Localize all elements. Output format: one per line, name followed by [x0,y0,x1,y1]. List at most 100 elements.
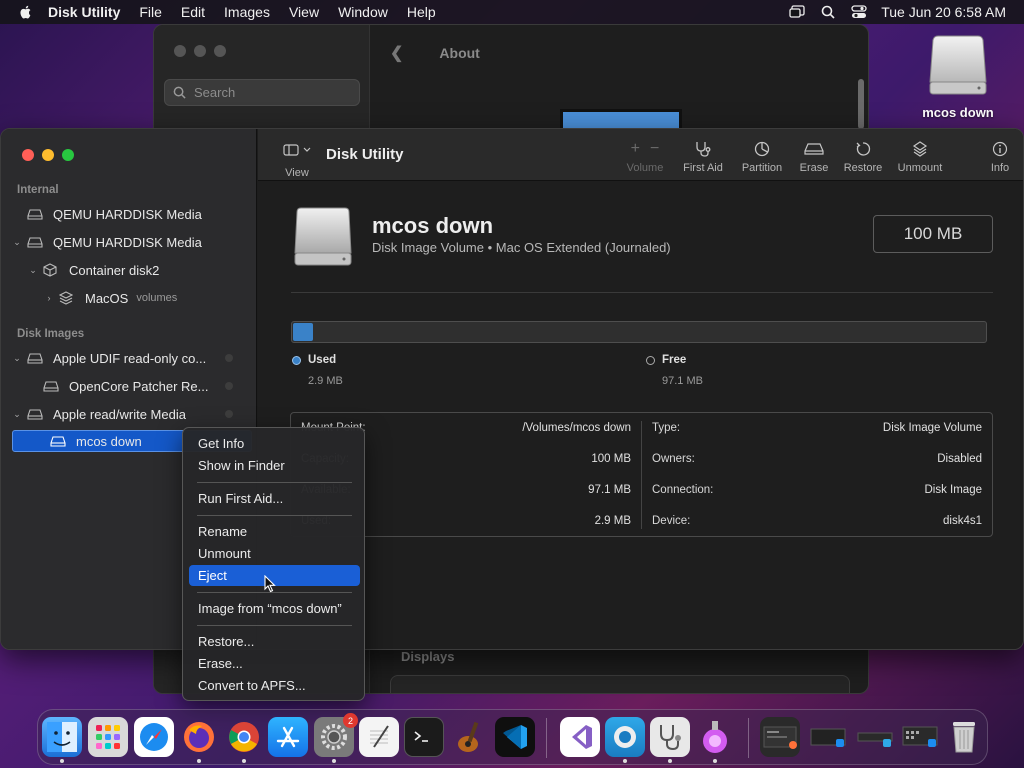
menu-item-run-first-aid[interactable]: Run First Aid... [189,488,360,509]
firefox-icon[interactable] [179,717,219,757]
view-button[interactable]: View [280,143,314,179]
menu-item-show-in-finder[interactable]: Show in Finder [189,455,360,476]
back-chevron-icon[interactable]: ❮ [390,43,403,63]
info-button[interactable]: Info [985,140,1015,174]
window-thumb-icon[interactable] [808,717,848,757]
menu-item-get-info[interactable]: Get Info [189,433,360,454]
erase-button[interactable]: Erase [794,140,834,174]
disclosure-chevron-icon[interactable]: ⌄ [11,353,23,364]
usage-bar-used-fill [293,323,313,341]
partition-button[interactable]: Partition [737,140,787,174]
info-value: Disk Image [924,484,982,496]
sidebar-item-sublabel: volumes [136,292,178,304]
terminal-icon[interactable] [404,717,444,757]
eject-dot-icon[interactable] [225,354,233,362]
screen-mirroring-icon[interactable] [789,5,805,19]
menu-item-image-from[interactable]: Image from “mcos down” [189,598,360,619]
disclosure-chevron-icon[interactable]: ⌄ [27,265,39,276]
info-row-device: Device: disk4s1 [652,511,982,531]
sidebar-item-readwrite[interactable]: ⌄ Apple read/write Media [11,403,251,425]
add-volume-icon: + [630,140,640,157]
app-store-icon[interactable] [268,717,308,757]
volume-description: Disk Image Volume • Mac OS Extended (Jou… [372,240,671,255]
info-key: Device: [652,515,691,527]
finder-icon[interactable] [42,717,82,757]
menu-clock[interactable]: Tue Jun 20 6:58 AM [881,4,1006,20]
external-disk-icon [929,35,987,95]
view-label: View [285,167,309,179]
menu-view[interactable]: View [289,4,319,20]
minimize-button[interactable] [42,149,54,161]
safari-icon[interactable] [134,717,174,757]
close-button[interactable] [22,149,34,161]
window-thumb-icon[interactable] [760,717,800,757]
toolbar: View Disk Utility + − Volume First Aid Pa… [258,129,1023,181]
apple-icon[interactable] [18,4,34,20]
control-center-icon[interactable] [851,5,867,19]
menu-help[interactable]: Help [407,4,436,20]
hard-disk-icon [43,380,59,392]
menu-separator [197,482,352,483]
used-value: 2.9 MB [308,375,343,387]
menu-file[interactable]: File [139,4,162,20]
sidebar-item-label: Container disk2 [69,262,160,278]
sidebar-item-label: OpenCore Patcher Re... [69,378,209,394]
eject-dot-icon[interactable] [225,410,233,418]
desktop-disk-label: mcos down [922,105,994,120]
first-aid-button[interactable]: First Aid [678,140,728,174]
background-search-field[interactable]: Search [164,79,360,106]
menu-app-name[interactable]: Disk Utility [48,4,120,20]
system-settings-icon[interactable]: 2 [314,713,358,757]
sidebar-item-udif[interactable]: ⌄ Apple UDIF read-only co... [11,347,251,369]
menu-item-unmount[interactable]: Unmount [189,543,360,564]
about-title: About [439,45,480,61]
chrome-icon[interactable] [224,717,264,757]
garageband-icon[interactable] [450,717,490,757]
installer-icon[interactable] [695,717,735,757]
menu-item-erase[interactable]: Erase... [189,653,360,674]
disk-utility-icon[interactable] [605,717,645,757]
sidebar-item-qemu-2[interactable]: ⌄ QEMU HARDDISK Media [11,231,251,253]
textedit-icon[interactable] [359,717,399,757]
window-thumb-icon[interactable] [855,717,895,757]
window-thumb-icon[interactable] [900,717,940,757]
dock-separator [748,718,749,758]
legend-free: Free 97.1 MB [646,354,703,387]
menu-images[interactable]: Images [224,4,270,20]
background-scrollbar[interactable] [858,79,864,129]
disclosure-chevron-icon[interactable]: ⌄ [11,237,23,248]
info-table-divider [641,421,642,529]
info-row-type: Type: Disk Image Volume [652,418,982,438]
spotlight-search-icon[interactable] [821,5,835,19]
sidebar-item-label: MacOS [85,290,129,306]
trash-icon[interactable] [944,717,984,757]
first-aid-label: First Aid [683,162,723,174]
vscode-icon[interactable] [495,717,535,757]
eject-dot-icon[interactable] [225,382,233,390]
zoom-button[interactable] [62,149,74,161]
usage-bar [291,321,987,343]
disclosure-chevron-icon[interactable]: ⌄ [11,409,23,420]
sidebar-item-container[interactable]: ⌄ Container disk2 [11,259,251,281]
desktop-disk-icon[interactable]: mcos down [918,34,998,120]
volume-button[interactable]: + − Volume [620,140,670,174]
launchpad-icon[interactable] [88,717,128,757]
menu-item-restore[interactable]: Restore... [189,631,360,652]
sidebar-item-qemu-1[interactable]: QEMU HARDDISK Media [11,203,251,225]
info-value: 97.1 MB [588,484,631,496]
menu-edit[interactable]: Edit [181,4,205,20]
background-title: ❮ About [390,43,480,63]
unmount-button[interactable]: Unmount [895,140,945,174]
restore-arrow-icon [856,142,871,156]
menu-window[interactable]: Window [338,4,388,20]
sidebar-item-opencore[interactable]: OpenCore Patcher Re... [11,375,251,397]
sidebar-item-macos[interactable]: › MacOS volumes [11,287,251,309]
disclosure-chevron-right-icon[interactable]: › [43,293,55,303]
disk-utility-alt-icon[interactable] [650,717,690,757]
sidebar-section-disk-images: Disk Images [17,328,85,340]
visual-studio-icon[interactable] [560,717,600,757]
menu-item-convert-apfs[interactable]: Convert to APFS... [189,675,360,696]
menu-item-rename[interactable]: Rename [189,521,360,542]
restore-button[interactable]: Restore [841,140,885,174]
hard-disk-icon [27,236,43,248]
